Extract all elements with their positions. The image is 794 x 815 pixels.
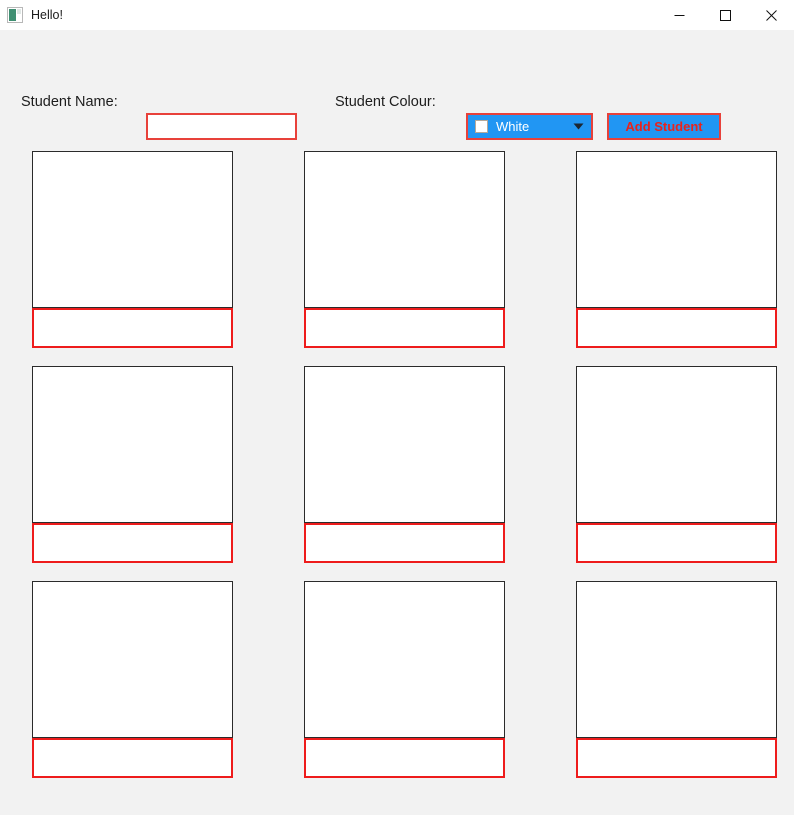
student-name-label: Student Name: — [21, 94, 118, 110]
window-title: Hello! — [31, 7, 63, 22]
maximize-icon — [719, 9, 731, 21]
window-controls — [656, 0, 794, 30]
title-bar-left: Hello! — [0, 7, 63, 23]
student-colour-value: White — [496, 119, 530, 134]
minimize-icon — [674, 14, 684, 16]
student-card[interactable] — [32, 366, 233, 563]
student-card-image — [32, 151, 233, 308]
student-card[interactable] — [576, 151, 777, 348]
student-card-name[interactable] — [576, 523, 777, 563]
student-card-image — [576, 581, 777, 738]
student-card-name[interactable] — [32, 523, 233, 563]
student-card-name[interactable] — [304, 523, 505, 563]
close-button[interactable] — [748, 0, 794, 30]
maximize-button[interactable] — [702, 0, 748, 30]
student-form-row: Student Name: Student Colour: White Add … — [0, 83, 794, 140]
close-icon — [765, 9, 777, 21]
student-card-name[interactable] — [304, 308, 505, 348]
app-window: Hello! Student Name: Student Colour: Whi… — [0, 0, 794, 815]
title-bar: Hello! — [0, 0, 794, 30]
student-card-image — [32, 581, 233, 738]
student-card-image — [576, 366, 777, 523]
student-name-input[interactable] — [146, 113, 297, 140]
student-card[interactable] — [32, 151, 233, 348]
client-area: Student Name: Student Colour: White Add … — [0, 30, 794, 815]
student-card-image — [576, 151, 777, 308]
app-window-icon — [7, 7, 23, 23]
student-card-name[interactable] — [576, 308, 777, 348]
chevron-down-icon — [573, 123, 584, 130]
student-card-name[interactable] — [32, 308, 233, 348]
student-card-image — [304, 366, 505, 523]
student-card-grid — [32, 151, 777, 778]
student-card[interactable] — [576, 581, 777, 778]
student-card[interactable] — [304, 581, 505, 778]
student-card[interactable] — [576, 366, 777, 563]
student-card-name[interactable] — [576, 738, 777, 778]
student-card[interactable] — [32, 581, 233, 778]
student-card-image — [32, 366, 233, 523]
colour-swatch-icon — [475, 120, 488, 133]
student-card-name[interactable] — [32, 738, 233, 778]
student-colour-label: Student Colour: — [335, 94, 436, 110]
minimize-button[interactable] — [656, 0, 702, 30]
add-student-button[interactable]: Add Student — [607, 113, 721, 140]
student-card[interactable] — [304, 366, 505, 563]
student-card-image — [304, 151, 505, 308]
student-card-image — [304, 581, 505, 738]
student-colour-select[interactable]: White — [466, 113, 593, 140]
student-card-name[interactable] — [304, 738, 505, 778]
student-card[interactable] — [304, 151, 505, 348]
